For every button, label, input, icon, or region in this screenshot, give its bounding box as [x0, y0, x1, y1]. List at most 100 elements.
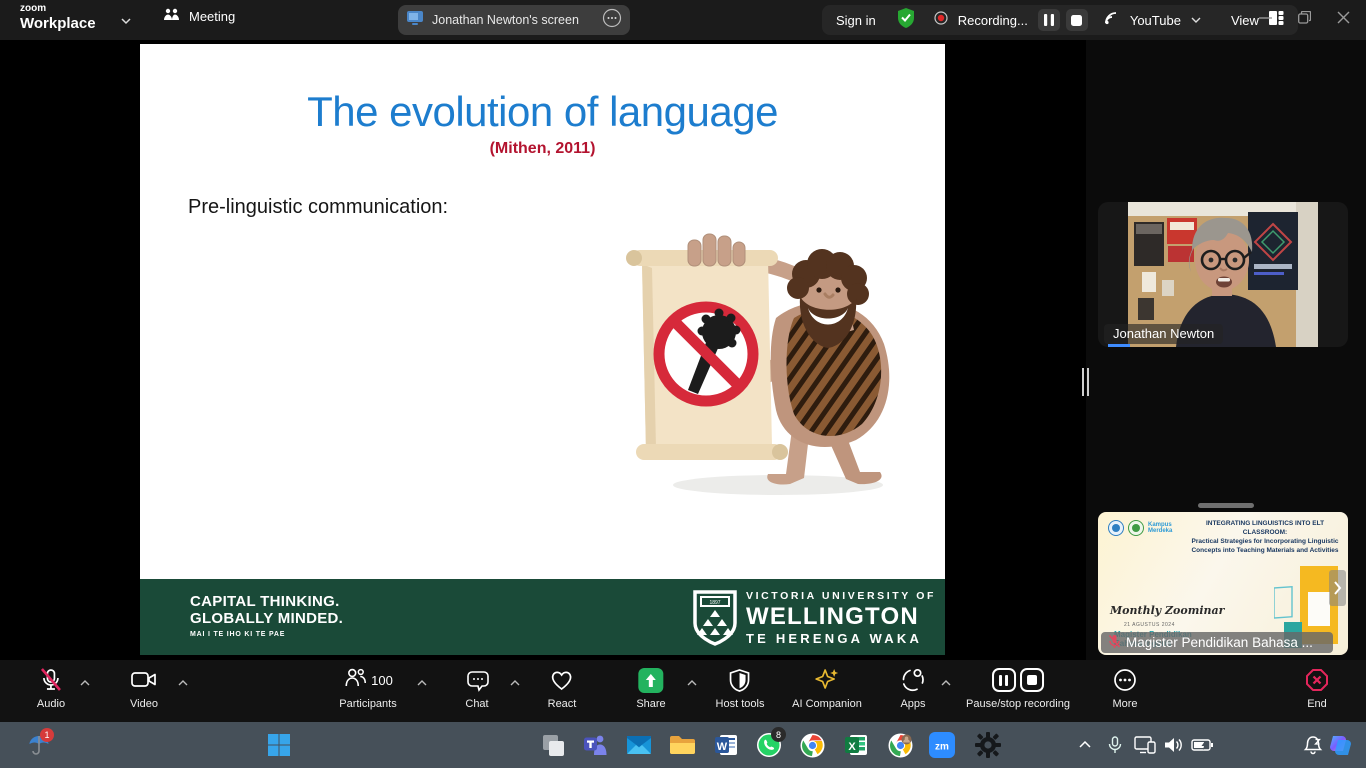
poster-title-line3: Concepts into Teaching Materials and Act…: [1186, 546, 1344, 555]
gallery-drag-handle[interactable]: [1198, 503, 1254, 508]
youtube-stream-label[interactable]: YouTube: [1130, 13, 1181, 28]
svg-text:zm: zm: [935, 742, 949, 753]
ai-companion-label: AI Companion: [792, 698, 862, 710]
caveman-scroll-illustration: [618, 222, 948, 504]
shared-presentation-slide: The evolution of language (Mithen, 2011)…: [140, 44, 945, 655]
zoom-app-icon[interactable]: zm: [929, 732, 955, 758]
pause-icon[interactable]: [992, 668, 1016, 692]
participants-icon: [343, 666, 367, 695]
tray-speaker-icon[interactable]: [1161, 732, 1187, 758]
youtube-chevron-down-icon[interactable]: [1191, 11, 1201, 29]
chrome-icon[interactable]: [799, 732, 825, 758]
zoom-meeting-window: zoom Workplace Meeting Jonathan Newton's…: [0, 0, 1366, 768]
workspace-chevron-down-icon[interactable]: [120, 12, 132, 30]
sign-in-button[interactable]: Sign in: [836, 13, 876, 28]
excel-icon[interactable]: X: [843, 732, 869, 758]
chat-label: Chat: [465, 698, 488, 710]
recording-status-label: Recording...: [958, 13, 1028, 28]
close-button[interactable]: [1337, 11, 1350, 29]
university-line1: VICTORIA UNIVERSITY OF: [746, 591, 936, 602]
participants-options-chevron[interactable]: [417, 673, 427, 691]
poster-title-line1: INTEGRATING LINGUISTICS INTO ELT CLASSRO…: [1186, 519, 1344, 537]
participants-count: 100: [371, 673, 393, 688]
poster-date: 21 AGUSTUS 2024: [1124, 622, 1175, 628]
restore-button[interactable]: [1298, 11, 1311, 29]
start-button[interactable]: [266, 732, 292, 758]
audio-options-chevron[interactable]: [80, 673, 90, 691]
settings-icon[interactable]: [975, 732, 1001, 758]
svg-text:1897: 1897: [709, 600, 720, 606]
apps-icon: [900, 667, 926, 693]
host-tools-button[interactable]: Host tools: [716, 667, 765, 710]
react-button[interactable]: React: [548, 667, 577, 710]
tray-cast-icon[interactable]: [1132, 732, 1158, 758]
tray-chevron-up[interactable]: [1072, 732, 1098, 758]
host-tools-shield-icon: [728, 667, 752, 693]
gallery-next-button[interactable]: [1329, 570, 1346, 606]
notification-bell-icon[interactable]: [1300, 732, 1326, 758]
video-sidebar: Jonathan Newton Kampus Merdeka INTEGRATI…: [1086, 40, 1366, 660]
minimize-button[interactable]: [1259, 11, 1272, 29]
poster-event-name: Monthly Zoominar: [1110, 604, 1224, 617]
stop-icon[interactable]: [1020, 668, 1044, 692]
screen-share-label: Jonathan Newton's screen: [432, 13, 594, 27]
chat-button[interactable]: Chat: [464, 667, 490, 710]
pause-stop-recording-button[interactable]: Pause/stop recording: [966, 667, 1070, 710]
weather-badge: 1: [40, 728, 54, 742]
end-meeting-button[interactable]: End: [1304, 667, 1330, 710]
end-meeting-icon: [1304, 667, 1330, 693]
university-line3: TE HERENGA WAKA: [746, 632, 936, 645]
viewing-screen-pill[interactable]: Jonathan Newton's screen: [398, 5, 630, 35]
tagline-line2: GLOBALLY MINDED.: [190, 610, 343, 627]
meeting-controls-cluster: Sign in Recording... YouTube View: [822, 5, 1298, 35]
poster-logo-text: Kampus Merdeka: [1148, 522, 1178, 534]
meeting-people-icon: [163, 8, 181, 25]
slide-citation: (Mithen, 2011): [140, 140, 945, 158]
video-label: Video: [130, 698, 158, 710]
brand-workplace: Workplace: [20, 16, 96, 31]
windows-taskbar: 1 W: [0, 722, 1366, 768]
active-speaker-indicator: [1108, 344, 1130, 347]
teams-icon[interactable]: [582, 732, 608, 758]
ai-companion-button[interactable]: AI Companion: [792, 667, 862, 710]
task-view-button[interactable]: [540, 732, 566, 758]
mic-muted-icon: [38, 667, 64, 693]
microsoft365-copilot-icon[interactable]: [1327, 732, 1353, 758]
view-button[interactable]: View: [1231, 13, 1259, 28]
live-stream-icon: [1104, 11, 1120, 30]
recording-dot-icon: [934, 11, 948, 30]
tab-meeting[interactable]: Meeting: [163, 8, 235, 25]
weather-widget-button[interactable]: 1: [26, 732, 52, 758]
share-label: Share: [636, 698, 665, 710]
file-explorer-icon[interactable]: [669, 732, 695, 758]
whatsapp-badge: 8: [771, 727, 786, 742]
mail-icon[interactable]: [626, 732, 652, 758]
panel-resize-handle[interactable]: [1082, 368, 1090, 396]
whatsapp-icon[interactable]: 8: [756, 732, 782, 758]
pause-recording-button[interactable]: [1038, 9, 1060, 31]
chrome-profile-icon[interactable]: [887, 732, 913, 758]
share-button[interactable]: Share: [636, 667, 665, 710]
more-options-ellipsis-icon[interactable]: [602, 8, 622, 33]
tray-mic-icon[interactable]: [1102, 732, 1128, 758]
word-icon[interactable]: W: [713, 732, 739, 758]
audio-button[interactable]: Audio: [37, 667, 65, 710]
chat-options-chevron[interactable]: [510, 673, 520, 691]
university-name: VICTORIA UNIVERSITY OF WELLINGTON TE HER…: [746, 591, 936, 645]
video-options-chevron[interactable]: [178, 673, 188, 691]
camera-icon: [130, 667, 158, 693]
apps-button[interactable]: Apps: [900, 667, 926, 710]
video-button[interactable]: Video: [130, 667, 158, 710]
apps-options-chevron[interactable]: [941, 673, 951, 691]
participant-video-tile[interactable]: Jonathan Newton: [1098, 202, 1348, 347]
svg-text:W: W: [717, 741, 728, 753]
participants-button[interactable]: 100 Participants: [339, 667, 396, 710]
shared-screen-thumbnail[interactable]: Kampus Merdeka INTEGRATING LINGUISTICS I…: [1098, 512, 1348, 655]
share-options-chevron[interactable]: [687, 673, 697, 691]
more-button[interactable]: More: [1112, 667, 1138, 710]
stop-recording-button[interactable]: [1066, 9, 1088, 31]
top-bar: zoom Workplace Meeting Jonathan Newton's…: [0, 0, 1366, 40]
audio-label: Audio: [37, 698, 65, 710]
security-shield-icon[interactable]: [896, 7, 916, 34]
tray-battery-icon[interactable]: [1189, 732, 1215, 758]
